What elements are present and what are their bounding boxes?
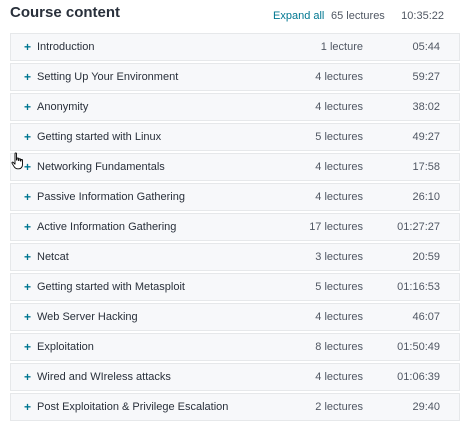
- section-list: + Introduction 1 lecture 05:44 + Setting Up Y…: [10, 33, 460, 423]
- section-title: Setting Up Your Environment: [37, 71, 179, 83]
- section-row[interactable]: + Introduction 1 lecture 05:44: [10, 33, 460, 61]
- course-content-header: Course content Expand all 65 lectures 10…: [0, 0, 474, 30]
- section-lecture-count: 4 lectures: [315, 371, 363, 383]
- section-title: Active Information Gathering: [37, 221, 177, 233]
- plus-icon[interactable]: +: [24, 130, 31, 144]
- plus-icon[interactable]: +: [24, 160, 31, 174]
- section-row[interactable]: + Active Information Gathering 17 lectures…: [10, 213, 460, 241]
- section-row[interactable]: + Post Exploitation & Privilege Escalatio…: [10, 393, 460, 421]
- plus-icon[interactable]: +: [24, 70, 31, 84]
- section-title: Exploitation: [37, 341, 94, 353]
- plus-icon[interactable]: +: [24, 100, 31, 114]
- section-lecture-count: 8 lectures: [315, 341, 363, 353]
- plus-icon[interactable]: +: [24, 40, 31, 54]
- section-row[interactable]: + Passive Information Gathering 4 lectures…: [10, 183, 460, 211]
- plus-icon[interactable]: +: [24, 250, 31, 264]
- section-lecture-count: 4 lectures: [315, 101, 363, 113]
- section-title: Getting started with Linux: [37, 131, 162, 143]
- section-row[interactable]: + Netcat 3 lectures 20:59: [10, 243, 460, 271]
- section-duration: 29:40: [412, 401, 440, 413]
- section-duration: 38:02: [412, 101, 440, 113]
- page-title: Course content: [10, 4, 121, 21]
- section-lecture-count: 2 lectures: [315, 401, 363, 413]
- plus-icon[interactable]: +: [24, 220, 31, 234]
- plus-icon[interactable]: +: [24, 370, 31, 384]
- section-lecture-count: 5 lectures: [315, 281, 363, 293]
- section-duration: 05:44: [412, 41, 440, 53]
- plus-icon[interactable]: +: [24, 310, 31, 324]
- section-lecture-count: 5 lectures: [315, 131, 363, 143]
- section-row[interactable]: + Getting started with Metasploit 5 lectur…: [10, 273, 460, 301]
- section-title: Introduction: [37, 41, 95, 53]
- plus-icon[interactable]: +: [24, 340, 31, 354]
- section-duration: 01:06:39: [397, 371, 440, 383]
- section-lecture-count: 4 lectures: [315, 161, 363, 173]
- plus-icon[interactable]: +: [24, 400, 31, 414]
- section-title: Getting started with Metasploit: [37, 281, 185, 293]
- section-title: Anonymity: [37, 101, 89, 113]
- section-row[interactable]: + Wired and WIreless attacks 4 lectures 01:…: [10, 363, 460, 391]
- section-duration: 20:59: [412, 251, 440, 263]
- section-title: Web Server Hacking: [37, 311, 138, 323]
- section-lecture-count: 17 lectures: [309, 221, 363, 233]
- section-row[interactable]: + Exploitation 8 lectures 01:50:49: [10, 333, 460, 361]
- total-duration: 10:35:22: [401, 10, 444, 22]
- section-duration: 26:10: [412, 191, 440, 203]
- section-duration: 01:50:49: [397, 341, 440, 353]
- section-row[interactable]: + Anonymity 4 lectures 38:02: [10, 93, 460, 121]
- plus-icon[interactable]: +: [24, 190, 31, 204]
- section-lecture-count: 3 lectures: [315, 251, 363, 263]
- plus-icon[interactable]: +: [24, 280, 31, 294]
- section-lecture-count: 4 lectures: [315, 191, 363, 203]
- section-title: Passive Information Gathering: [37, 191, 185, 203]
- section-lecture-count: 4 lectures: [315, 311, 363, 323]
- section-duration: 49:27: [412, 131, 440, 143]
- section-row[interactable]: + Setting Up Your Environment 4 lectures 59…: [10, 63, 460, 91]
- section-lecture-count: 4 lectures: [315, 71, 363, 83]
- section-lecture-count: 1 lecture: [320, 41, 363, 53]
- section-duration: 46:07: [412, 311, 440, 323]
- section-title: Netcat: [37, 251, 69, 263]
- section-row[interactable]: + Networking Fundamentals 4 lectures 17:58: [10, 153, 460, 181]
- section-title: Wired and WIreless attacks: [37, 371, 171, 383]
- section-title: Networking Fundamentals: [37, 161, 165, 173]
- section-duration: 01:27:27: [397, 221, 440, 233]
- total-lectures-count: 65 lectures: [331, 10, 385, 22]
- section-duration: 17:58: [412, 161, 440, 173]
- section-duration: 01:16:53: [397, 281, 440, 293]
- expand-all-link[interactable]: Expand all: [273, 10, 324, 22]
- section-duration: 59:27: [412, 71, 440, 83]
- section-row[interactable]: + Getting started with Linux 5 lectures 49:…: [10, 123, 460, 151]
- section-title: Post Exploitation & Privilege Escalation: [37, 401, 229, 413]
- section-row[interactable]: + Web Server Hacking 4 lectures 46:07: [10, 303, 460, 331]
